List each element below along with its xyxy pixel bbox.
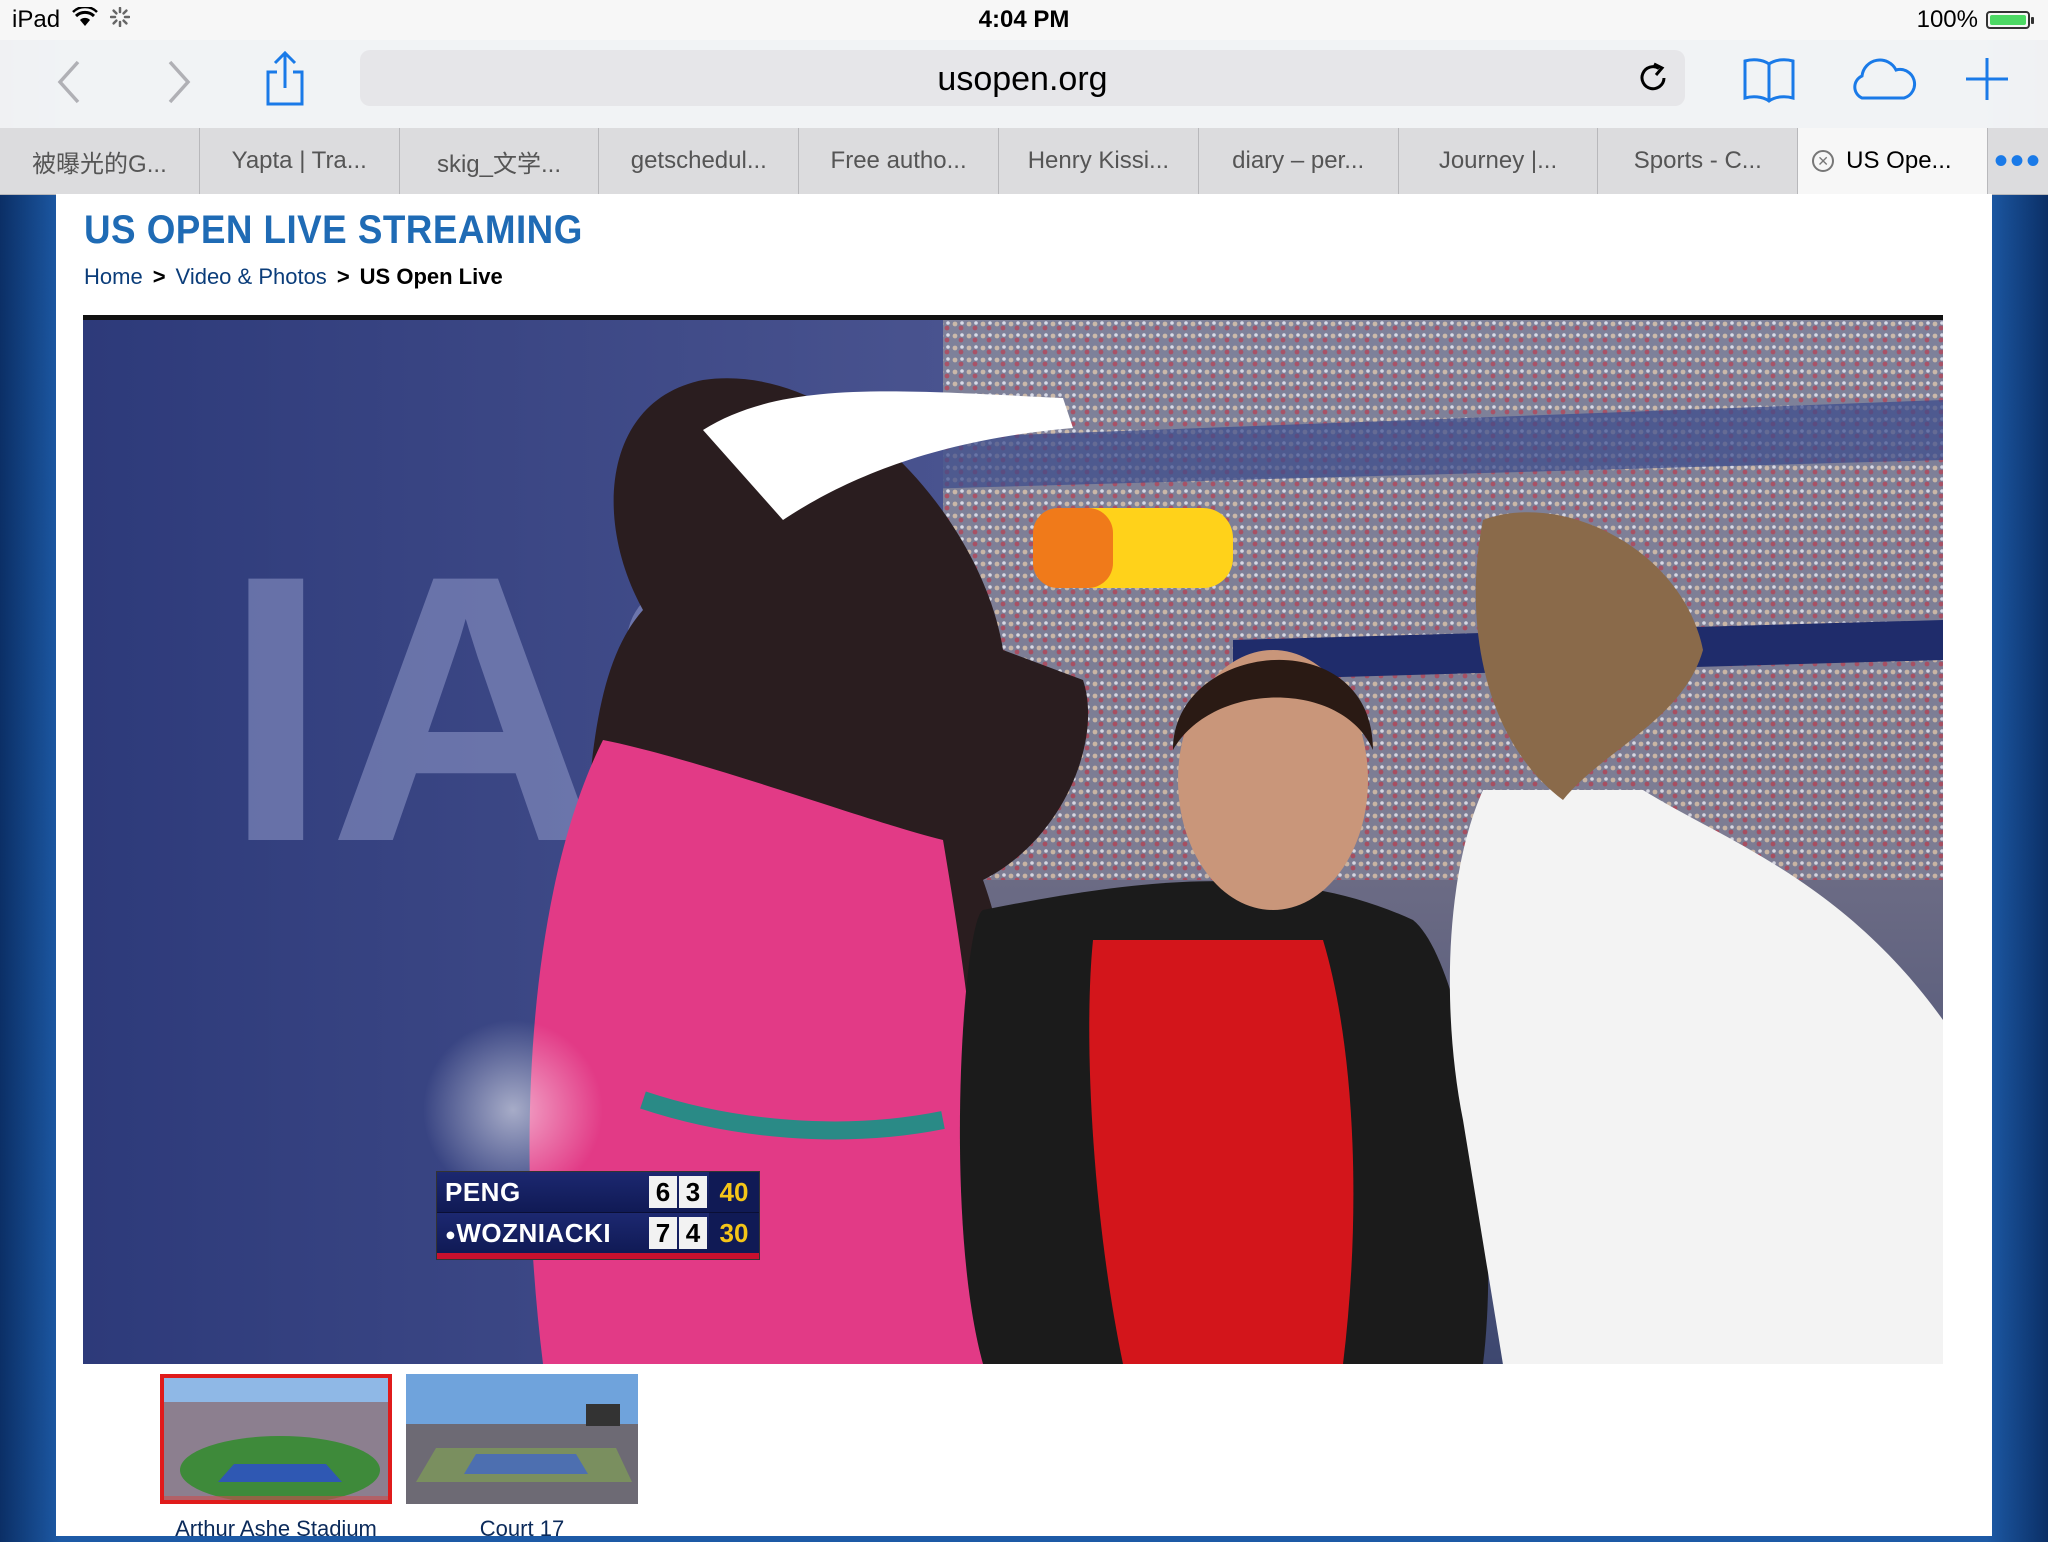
video-player[interactable]: IAS PENG 6 3 40 ●WOZNIACKI 7 4 30	[83, 315, 1943, 1364]
close-tab-icon[interactable]: ✕	[1812, 150, 1835, 172]
page-title: US OPEN LIVE STREAMING	[84, 208, 583, 252]
new-tab-icon[interactable]	[1962, 54, 2012, 109]
status-bar: iPad 4:04 PM 100%	[0, 0, 2048, 40]
breadcrumb-current: US Open Live	[359, 264, 503, 289]
tab-label: Journey |...	[1438, 147, 1558, 174]
player-name: PENG	[445, 1176, 521, 1207]
game-points: 40	[709, 1172, 759, 1212]
scoreboard: PENG 6 3 40 ●WOZNIACKI 7 4 30	[436, 1171, 760, 1260]
serving-indicator-icon: ●	[445, 1224, 457, 1245]
tab-8[interactable]: Sports - C...	[1598, 128, 1799, 194]
set-score: 7	[649, 1217, 677, 1249]
player-name: ●WOZNIACKI	[445, 1217, 612, 1248]
tab-label: skig_文学...	[436, 150, 561, 178]
tab-label: Henry Kissi...	[1027, 147, 1170, 174]
battery-percent: 100%	[1916, 6, 1978, 33]
court-selector: Arthur Ashe Stadium Court 17	[160, 1374, 638, 1542]
court-thumbnail	[160, 1374, 392, 1504]
bookmarks-icon[interactable]	[1742, 54, 1796, 109]
tab-label: Yapta | Tra...	[231, 147, 367, 174]
page-content: US OPEN LIVE STREAMING Home > Video & Ph…	[56, 194, 1992, 1541]
court-thumb-arthur-ashe[interactable]: Arthur Ashe Stadium	[160, 1374, 392, 1542]
tab-label: 被曝光的G...	[32, 150, 167, 178]
court-label: Arthur Ashe Stadium	[175, 1516, 377, 1541]
game-points: 30	[709, 1213, 759, 1253]
more-tabs-icon[interactable]: •••	[1988, 128, 2048, 194]
video-frame: IAS	[83, 320, 1943, 1364]
set-score: 6	[649, 1176, 677, 1208]
browser-toolbar: usopen.org	[0, 40, 2048, 128]
back-icon[interactable]	[52, 58, 86, 111]
tab-4[interactable]: Free autho...	[799, 128, 999, 194]
status-time: 4:04 PM	[978, 6, 1070, 33]
tab-label: diary – per...	[1232, 147, 1365, 174]
url-text: usopen.org	[937, 60, 1108, 98]
court-thumb-court-17[interactable]: Court 17	[406, 1374, 638, 1542]
breadcrumb-video-photos[interactable]: Video & Photos	[176, 264, 327, 289]
tab-3[interactable]: getschedul...	[599, 128, 800, 194]
set-score: 3	[679, 1176, 707, 1208]
tab-label: getschedul...	[630, 147, 767, 174]
set-score: 4	[679, 1217, 707, 1249]
tab-1[interactable]: Yapta | Tra...	[200, 128, 400, 194]
tab-6[interactable]: diary – per...	[1199, 128, 1399, 194]
share-icon[interactable]	[262, 50, 308, 113]
tab-bar: 被曝光的G... Yapta | Tra... skig_文学... getsc…	[0, 128, 2048, 195]
forward-icon[interactable]	[162, 58, 196, 111]
tab-label: Free autho...	[830, 147, 967, 174]
tab-label: US Ope...	[1846, 147, 1952, 174]
tab-2[interactable]: skig_文学...	[400, 128, 600, 194]
scoreboard-row: PENG 6 3 40	[437, 1172, 759, 1212]
breadcrumb: Home > Video & Photos > US Open Live	[84, 264, 503, 290]
reload-icon[interactable]	[1635, 60, 1671, 101]
breadcrumb-separator: >	[336, 264, 350, 289]
court-label: Court 17	[479, 1516, 565, 1541]
icloud-tabs-icon[interactable]	[1846, 56, 1918, 107]
scoreboard-row: ●WOZNIACKI 7 4 30	[437, 1212, 759, 1253]
tab-7[interactable]: Journey |...	[1399, 128, 1599, 194]
tab-label: Sports - C...	[1633, 147, 1762, 174]
tab-5[interactable]: Henry Kissi...	[999, 128, 1199, 194]
scoreboard-accent	[437, 1253, 759, 1259]
court-thumbnail	[406, 1374, 638, 1504]
battery-icon	[1986, 11, 2034, 29]
tab-0[interactable]: 被曝光的G...	[0, 128, 200, 194]
address-bar[interactable]: usopen.org	[360, 50, 1685, 106]
breadcrumb-home[interactable]: Home	[84, 264, 143, 289]
breadcrumb-separator: >	[152, 264, 166, 289]
tab-active[interactable]: ✕ US Ope...	[1798, 128, 1988, 194]
